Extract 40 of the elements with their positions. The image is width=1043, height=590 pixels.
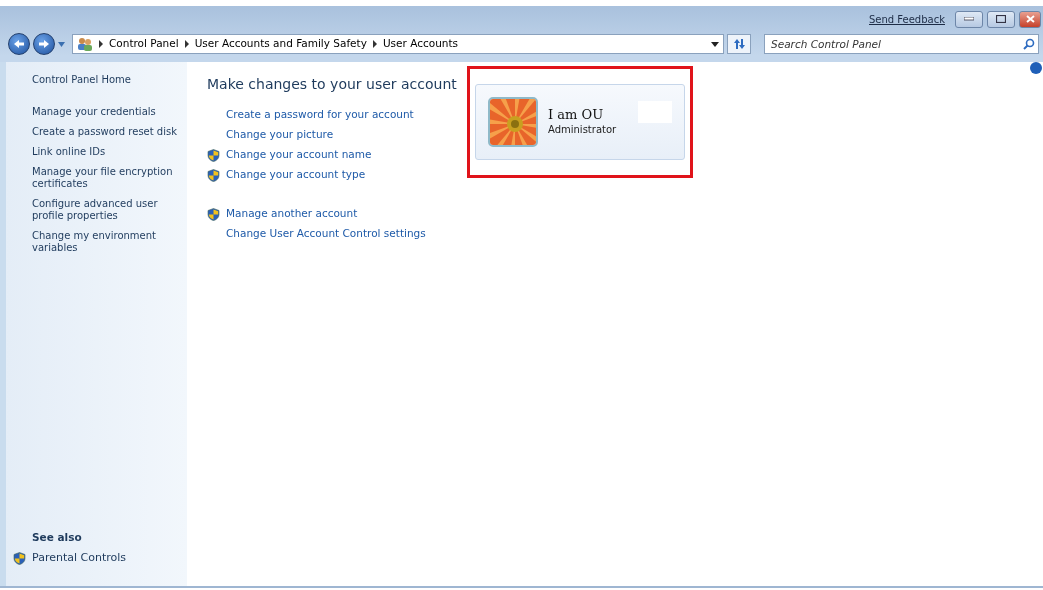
- sidebar-link[interactable]: Control Panel Home: [32, 74, 187, 86]
- forward-button[interactable]: [33, 33, 55, 55]
- close-button[interactable]: [1019, 10, 1041, 28]
- maximize-icon: [996, 15, 1006, 23]
- close-icon: [1025, 15, 1035, 23]
- search-field[interactable]: Search Control Panel: [764, 34, 1039, 54]
- task-link[interactable]: Change your account name: [226, 147, 372, 164]
- sidebar-link[interactable]: Configure advanced user profile properties: [32, 198, 187, 222]
- account-tile[interactable]: I am OU Administrator: [475, 84, 685, 160]
- sidebar-link[interactable]: Parental Controls: [32, 550, 126, 567]
- breadcrumb-link[interactable]: Control Panel: [109, 36, 179, 52]
- back-arrow-icon: [13, 39, 25, 49]
- dropdown-caret-icon[interactable]: [711, 41, 719, 47]
- back-button[interactable]: [8, 33, 30, 55]
- help-icon[interactable]: [1030, 62, 1042, 74]
- search-icon: [1023, 38, 1035, 50]
- sidebar-link[interactable]: Manage your credentials: [32, 106, 187, 118]
- refresh-icon: [732, 38, 746, 50]
- minimize-icon: [964, 17, 974, 21]
- refresh-button[interactable]: [727, 34, 751, 54]
- sidebar-link[interactable]: Change my environment variables: [32, 230, 187, 254]
- account-name: I am OU: [548, 107, 605, 122]
- address-field[interactable]: Control Panel User Accounts and Family Safety User Accounts: [72, 34, 724, 54]
- task-link[interactable]: Manage another account: [226, 206, 358, 223]
- sidebar-link[interactable]: Manage your file encryption certificates: [32, 166, 187, 190]
- breadcrumb-link[interactable]: User Accounts: [382, 36, 459, 52]
- forward-arrow-icon: [38, 39, 50, 49]
- feedback-link[interactable]: Send Feedback: [869, 11, 945, 27]
- task-link[interactable]: Create a password for your account: [226, 107, 414, 124]
- page-heading: Make changes to your user account: [207, 76, 458, 93]
- task-link[interactable]: Change User Account Control settings: [226, 226, 426, 243]
- task-link[interactable]: Change your account type: [226, 167, 366, 184]
- users-icon: [77, 37, 93, 51]
- section-heading: See also: [32, 530, 83, 546]
- account-role: Administrator: [548, 123, 617, 137]
- maximize-button[interactable]: [987, 10, 1015, 28]
- sidebar-link[interactable]: Link online IDs: [32, 146, 187, 158]
- breadcrumb-link[interactable]: User Accounts and Family Safety: [194, 36, 367, 52]
- task-link[interactable]: Change your picture: [226, 127, 334, 144]
- sidebar-link[interactable]: Create a password reset disk: [32, 126, 187, 138]
